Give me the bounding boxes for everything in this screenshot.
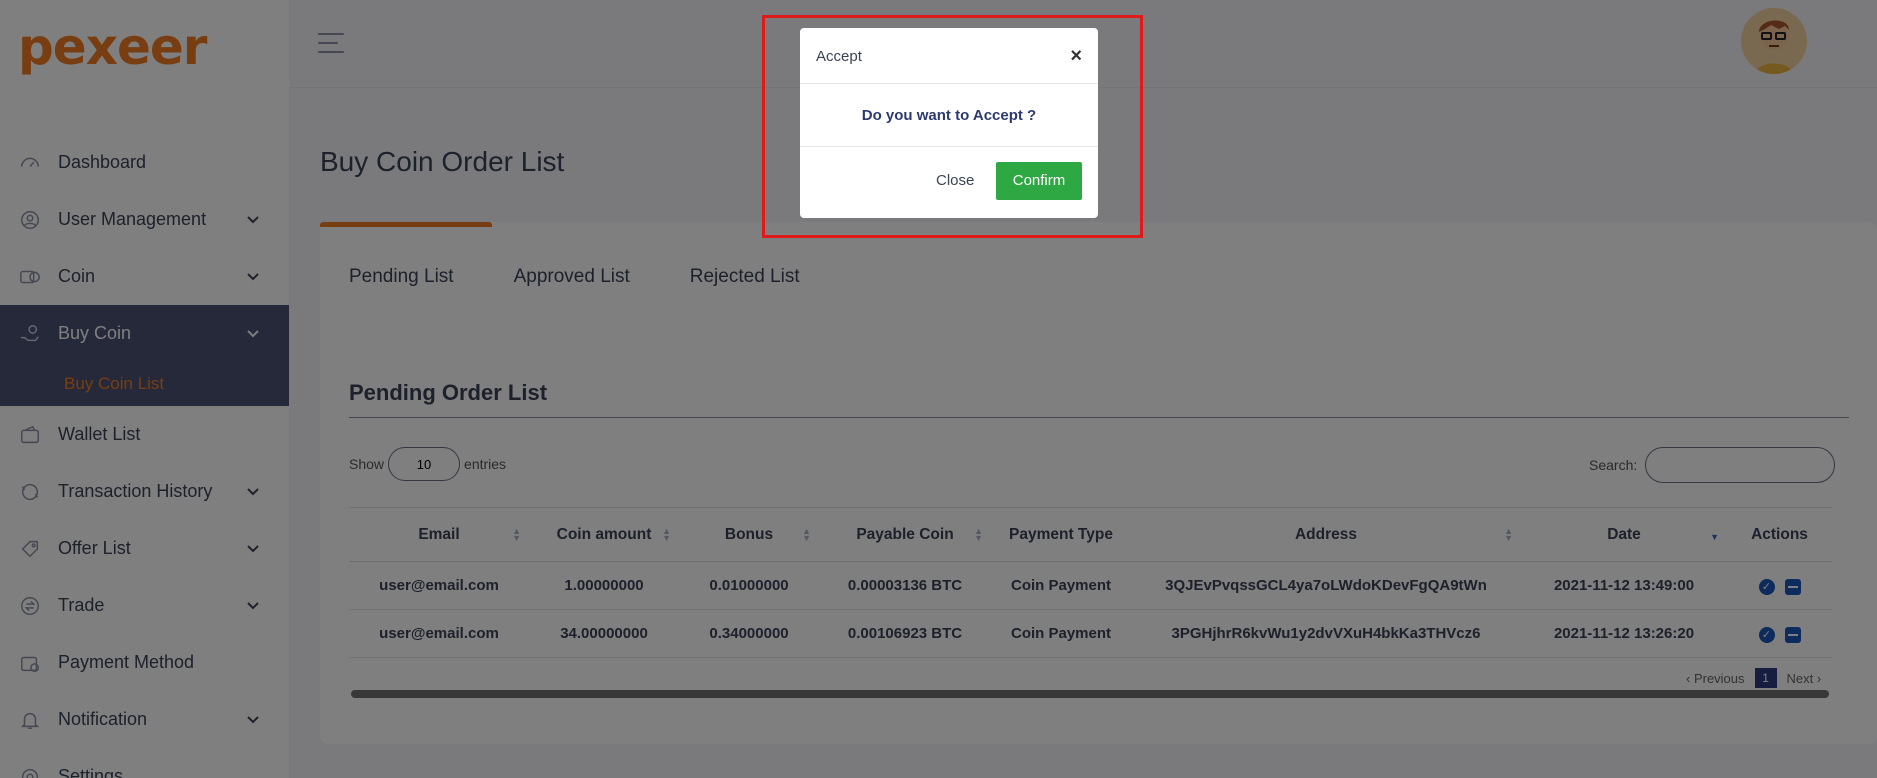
close-button[interactable]: Close: [936, 172, 974, 189]
confirm-button[interactable]: Confirm: [996, 162, 1082, 200]
close-icon[interactable]: ×: [1070, 45, 1082, 68]
modal-footer: Close Confirm: [800, 147, 1098, 217]
modal-header: Accept ×: [800, 28, 1098, 84]
modal-title: Accept: [816, 48, 862, 65]
modal-message: Do you want to Accept ?: [800, 84, 1098, 147]
accept-modal: Accept × Do you want to Accept ? Close C…: [800, 28, 1098, 218]
